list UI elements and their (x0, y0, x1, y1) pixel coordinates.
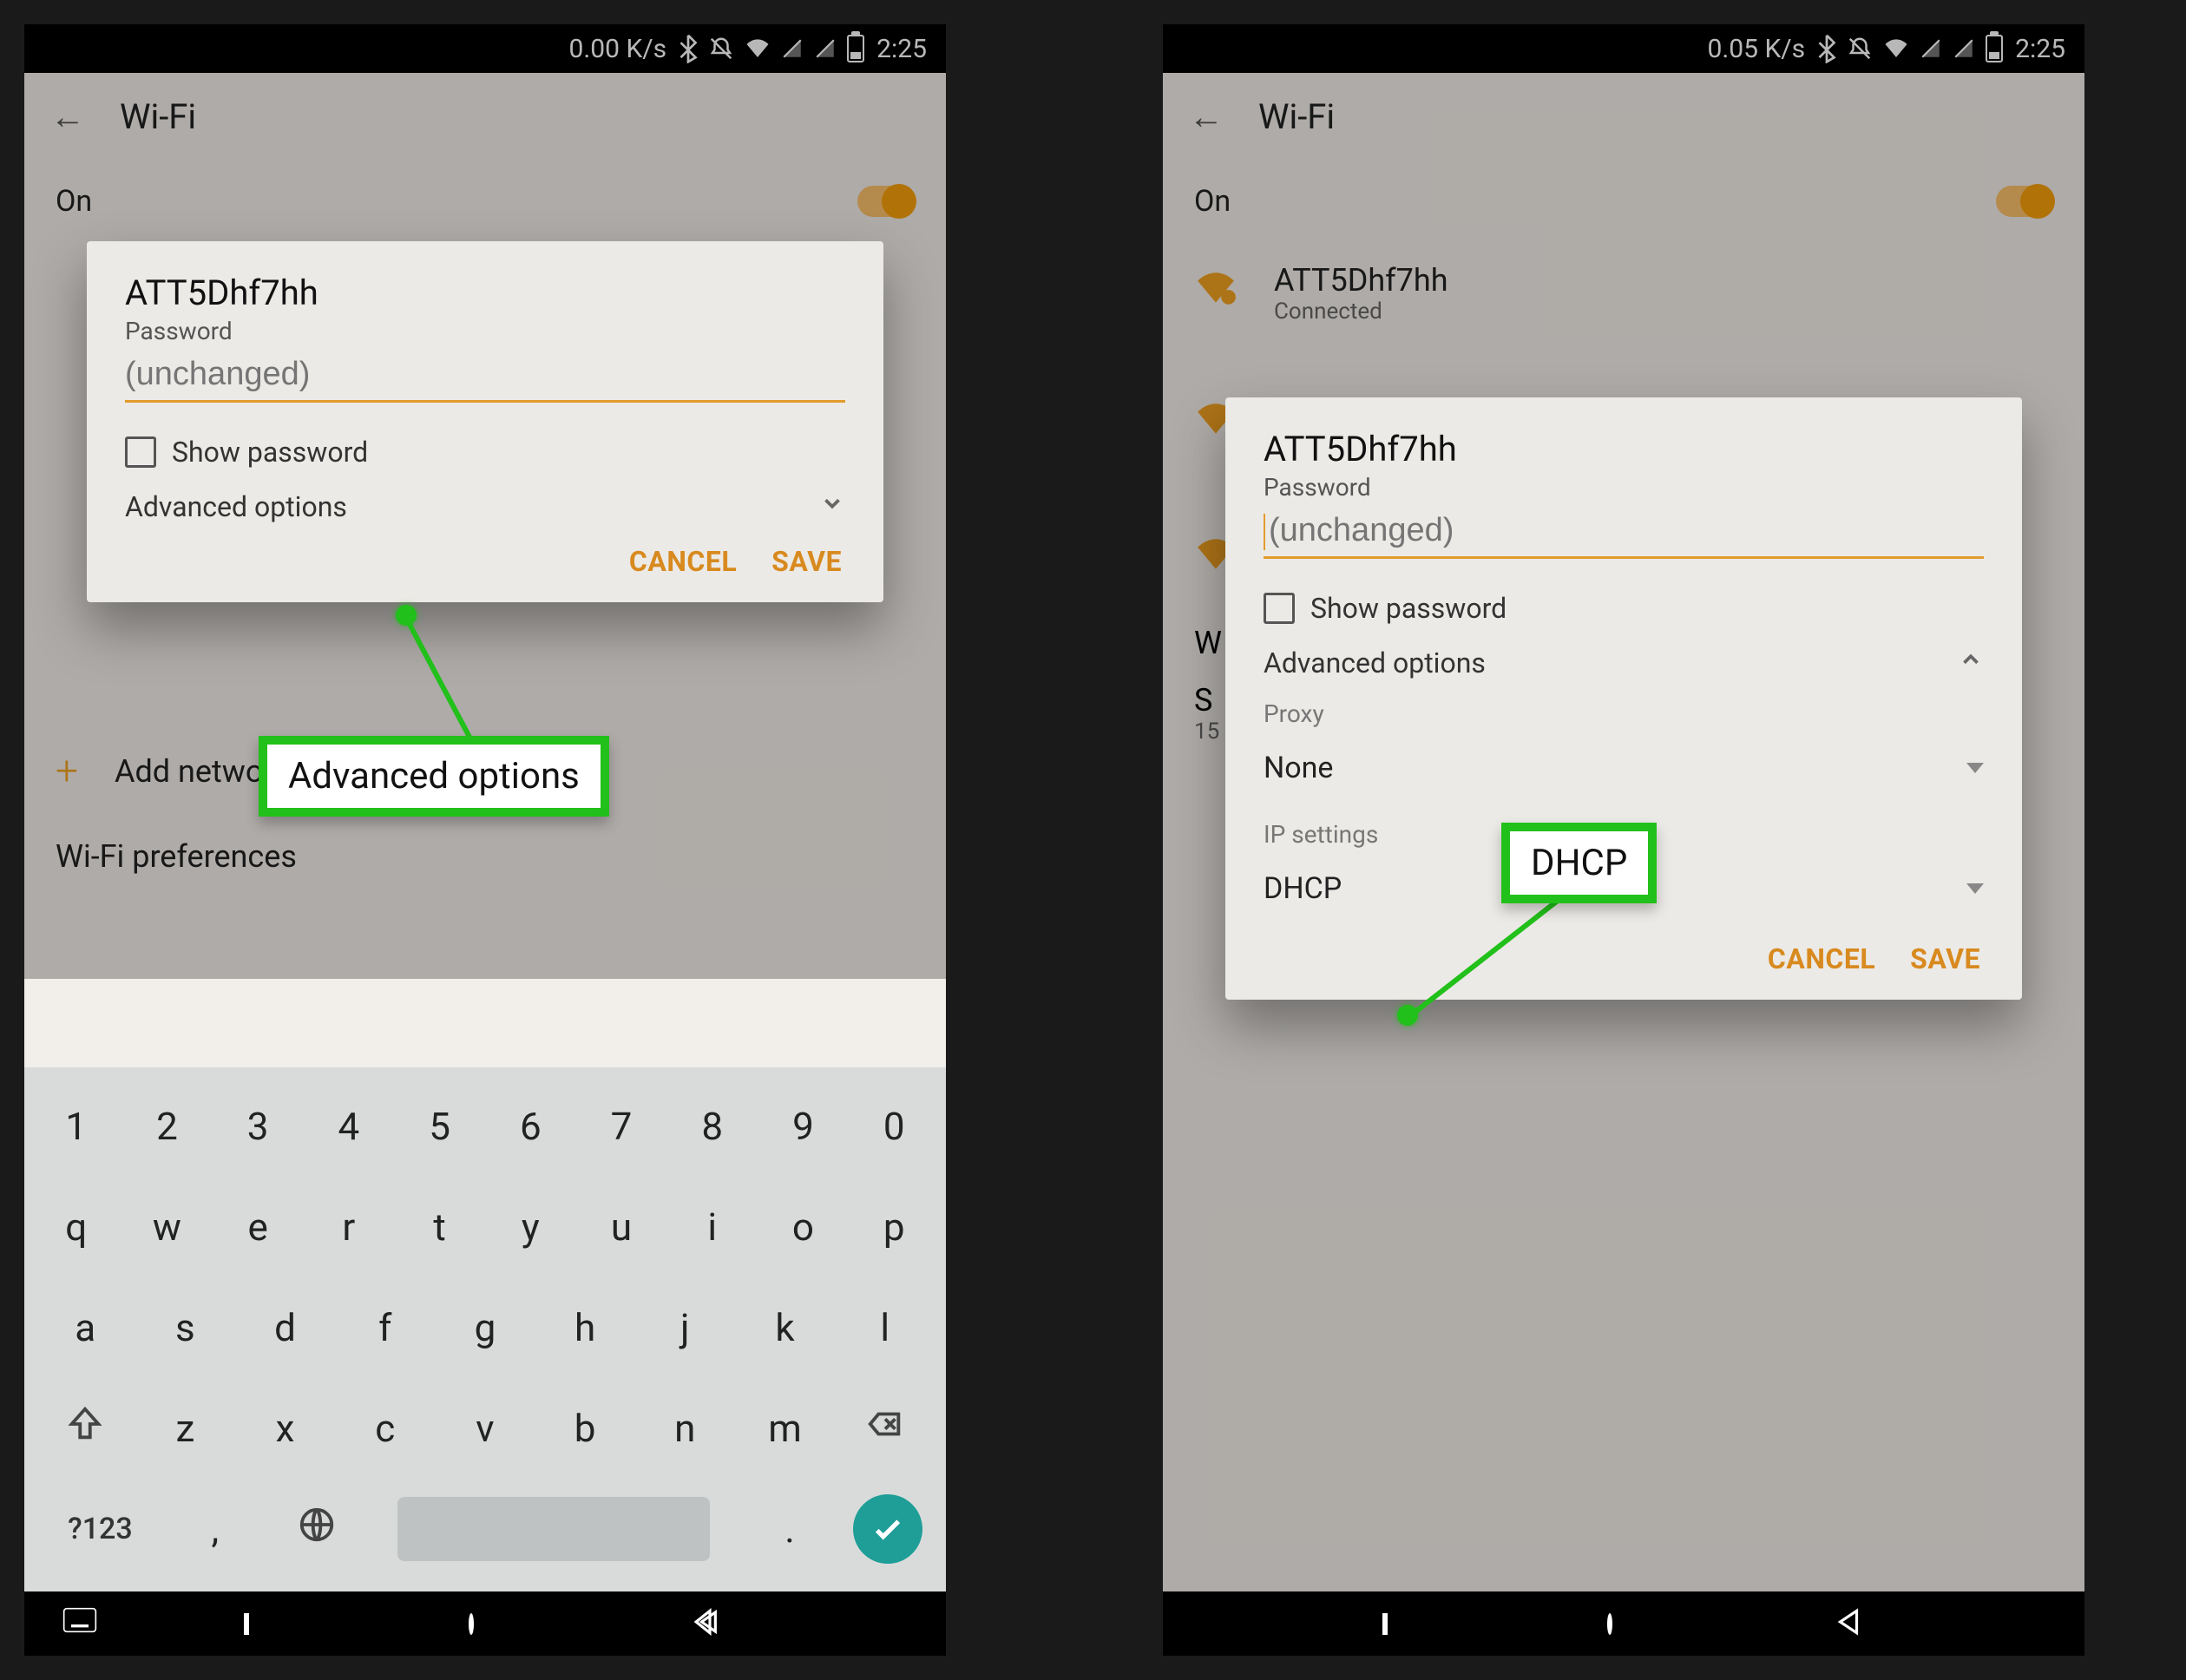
callout-dhcp: DHCP (1501, 823, 1657, 903)
space-key[interactable] (397, 1497, 710, 1561)
key-h[interactable]: h (546, 1305, 624, 1350)
nav-home[interactable] (469, 1616, 474, 1632)
dropdown-icon (1966, 763, 1984, 773)
key-r[interactable]: r (310, 1204, 388, 1250)
key-n[interactable]: n (646, 1406, 724, 1451)
advanced-options-label: Advanced options (125, 490, 347, 523)
password-label: Password (1264, 473, 1984, 502)
comma-key[interactable]: , (176, 1506, 254, 1552)
key-g[interactable]: g (446, 1305, 524, 1350)
keyboard-nav-icon[interactable] (62, 1607, 97, 1640)
key-4[interactable]: 4 (310, 1104, 388, 1149)
key-7[interactable]: 7 (582, 1104, 660, 1149)
key-9[interactable]: 9 (764, 1104, 842, 1149)
key-s[interactable]: s (146, 1305, 224, 1350)
key-v[interactable]: v (446, 1406, 524, 1451)
network-dialog: ATT5Dhf7hh Password Show password Advanc… (1225, 397, 2022, 1000)
text-cursor-icon (1264, 514, 1265, 550)
key-j[interactable]: j (646, 1305, 724, 1350)
proxy-select[interactable]: None (1264, 735, 1984, 801)
nav-back[interactable] (1832, 1605, 1865, 1642)
show-password-checkbox[interactable] (125, 436, 156, 468)
save-button[interactable]: SAVE (771, 545, 842, 578)
enter-key[interactable] (853, 1494, 922, 1564)
show-password-label: Show password (172, 436, 368, 469)
key-o[interactable]: o (764, 1204, 842, 1250)
key-p[interactable]: p (855, 1204, 933, 1250)
key-b[interactable]: b (546, 1406, 624, 1451)
system-nav-bar (24, 1591, 946, 1656)
nav-back[interactable] (693, 1605, 726, 1642)
save-button[interactable]: SAVE (1910, 942, 1980, 975)
proxy-value: None (1264, 751, 1333, 785)
backspace-key[interactable] (846, 1404, 924, 1454)
cancel-button[interactable]: CANCEL (629, 545, 737, 578)
key-5[interactable]: 5 (401, 1104, 479, 1149)
soft-keyboard[interactable]: 1234567890 qwertyuiop asdfghjkl zxcvbnm … (24, 1067, 946, 1591)
key-l[interactable]: l (846, 1305, 924, 1350)
key-x[interactable]: x (246, 1406, 325, 1451)
advanced-options-row[interactable]: Advanced options (1264, 646, 1984, 680)
dialog-ssid: ATT5Dhf7hh (1264, 429, 1984, 469)
password-label: Password (125, 317, 845, 345)
ip-settings-value: DHCP (1264, 871, 1342, 906)
globe-key[interactable] (278, 1505, 356, 1554)
nav-home[interactable] (1607, 1616, 1612, 1632)
key-2[interactable]: 2 (128, 1104, 206, 1149)
advanced-options-row[interactable]: Advanced options (125, 489, 845, 524)
proxy-label: Proxy (1264, 699, 1984, 728)
symbols-key[interactable]: ?123 (48, 1512, 152, 1546)
key-y[interactable]: y (491, 1204, 569, 1250)
key-0[interactable]: 0 (855, 1104, 933, 1149)
key-f[interactable]: f (346, 1305, 424, 1350)
system-nav-bar (1163, 1591, 2084, 1656)
key-q[interactable]: q (37, 1204, 115, 1250)
password-input[interactable] (125, 345, 845, 403)
key-8[interactable]: 8 (673, 1104, 752, 1149)
advanced-options-label: Advanced options (1264, 646, 1486, 679)
show-password-label: Show password (1310, 592, 1507, 625)
network-dialog: ATT5Dhf7hh Password Show password Advanc… (87, 241, 883, 602)
key-t[interactable]: t (401, 1204, 479, 1250)
dialog-ssid: ATT5Dhf7hh (125, 272, 845, 313)
chevron-down-icon (819, 489, 845, 524)
key-u[interactable]: u (582, 1204, 660, 1250)
key-z[interactable]: z (146, 1406, 224, 1451)
key-6[interactable]: 6 (491, 1104, 569, 1149)
password-input[interactable] (1264, 502, 1984, 559)
cancel-button[interactable]: CANCEL (1768, 942, 1875, 975)
callout-advanced-options: Advanced options (259, 736, 609, 817)
phone-screenshot-left: 0.00 K/s 2:25 ← Wi-Fi (24, 24, 946, 1656)
key-a[interactable]: a (46, 1305, 124, 1350)
dropdown-icon (1966, 883, 1984, 894)
show-password-checkbox[interactable] (1264, 593, 1295, 624)
nav-recents[interactable] (244, 1616, 249, 1632)
shift-key[interactable] (46, 1404, 124, 1454)
nav-recents[interactable] (1382, 1616, 1388, 1632)
key-w[interactable]: w (128, 1204, 206, 1250)
key-3[interactable]: 3 (219, 1104, 297, 1149)
phone-screenshot-right: 0.05 K/s 2:25 ← Wi-Fi (1163, 24, 2084, 1656)
chevron-up-icon (1958, 646, 1984, 680)
key-c[interactable]: c (346, 1406, 424, 1451)
key-1[interactable]: 1 (37, 1104, 115, 1149)
key-d[interactable]: d (246, 1305, 325, 1350)
key-e[interactable]: e (219, 1204, 297, 1250)
key-i[interactable]: i (673, 1204, 752, 1250)
key-k[interactable]: k (746, 1305, 824, 1350)
period-key[interactable]: . (751, 1506, 829, 1552)
key-m[interactable]: m (746, 1406, 824, 1451)
